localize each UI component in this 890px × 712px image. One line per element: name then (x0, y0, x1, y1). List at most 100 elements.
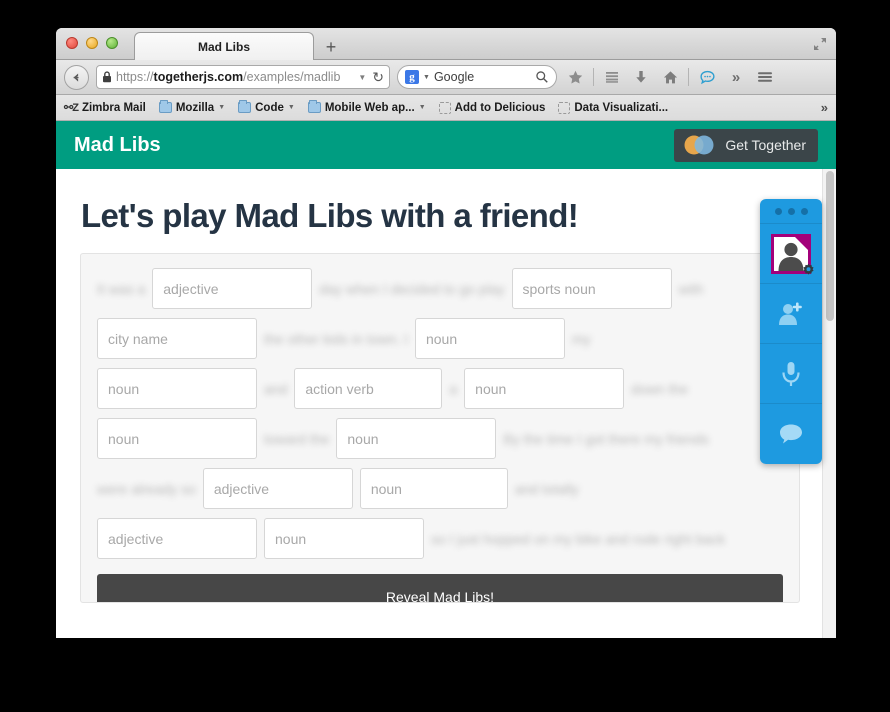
bookmark-data-visualization[interactable]: Data Visualizati... (558, 101, 669, 114)
madlib-line: It was a day when I decided to go play w… (97, 268, 783, 309)
get-together-label: Get Together (725, 137, 806, 153)
avatar-corner-fold (795, 236, 808, 250)
madlib-input-adjective-3[interactable] (97, 518, 257, 559)
story-text: my (571, 330, 591, 347)
minimize-window-button[interactable] (86, 37, 98, 49)
madlib-input-noun-7[interactable] (264, 518, 424, 559)
madlib-input-adjective-1[interactable] (152, 268, 313, 309)
toolbar-divider (688, 68, 689, 86)
browser-tabstrip: Mad Libs + (134, 32, 836, 60)
handle-dot (774, 207, 782, 215)
downloads-icon[interactable] (630, 66, 652, 88)
madlib-line: and a down the (97, 368, 783, 409)
new-tab-button[interactable]: + (314, 34, 348, 60)
story-text: were already so (97, 480, 196, 497)
madlib-input-adjective-2[interactable] (202, 468, 353, 509)
site-title: Mad Libs (74, 133, 161, 156)
bookmark-star-icon[interactable] (564, 66, 586, 88)
back-button[interactable] (64, 64, 89, 90)
page-content: Let's play Mad Libs with a friend! It wa… (56, 169, 836, 638)
text-chat-button[interactable] (760, 404, 822, 464)
chevron-down-icon[interactable]: ▼ (423, 74, 430, 81)
bookmarklet-icon (438, 101, 451, 114)
search-input[interactable]: Google (434, 70, 531, 84)
overflow-chevrons-icon[interactable]: » (821, 100, 828, 115)
madlib-input-noun-1[interactable] (414, 318, 565, 359)
chevron-down-icon[interactable]: ▼ (218, 104, 225, 111)
url-text: https://togetherjs.com/examples/madlib (116, 70, 340, 84)
story-text: day when I decided to go play (319, 280, 505, 297)
window-traffic-lights (66, 37, 118, 49)
madlib-form-panel: It was a day when I decided to go play w… (80, 253, 800, 603)
bookmark-mozilla[interactable]: Mozilla ▼ (158, 100, 225, 114)
chevron-down-icon[interactable]: ▼ (419, 104, 426, 111)
home-icon[interactable] (659, 66, 681, 88)
bookmark-code[interactable]: Code ▼ (238, 100, 295, 114)
fullscreen-icon[interactable] (812, 36, 828, 52)
url-path: /examples/madlib (243, 70, 341, 84)
madlib-line: toward the By the time I got there my fr… (97, 418, 783, 459)
bookmark-label: Zimbra Mail (81, 101, 146, 114)
search-icon[interactable] (535, 70, 549, 84)
togetherjs-dock-handle[interactable] (760, 199, 822, 224)
tab-title: Mad Libs (197, 39, 250, 54)
story-text: By the time I got there my friends (503, 430, 709, 447)
bookmark-zimbra-mail[interactable]: ⚯Z Zimbra Mail (64, 101, 146, 115)
madlib-input-city-name-1[interactable] (97, 318, 257, 359)
bookmark-mobile-web-apps[interactable]: Mobile Web ap... ▼ (307, 100, 426, 114)
tab-mad-libs[interactable]: Mad Libs (134, 32, 314, 60)
madlib-input-sports-noun-1[interactable] (511, 268, 672, 309)
reload-icon[interactable]: ↻ (370, 69, 384, 86)
browser-navigation-toolbar: https://togetherjs.com/examples/madlib ▼… (56, 60, 836, 95)
handle-dot (787, 207, 795, 215)
madlib-input-noun-2[interactable] (97, 368, 257, 409)
madlib-input-noun-3[interactable] (464, 368, 625, 409)
bookmark-add-to-delicious[interactable]: Add to Delicious (438, 101, 545, 114)
browser-titlebar: Mad Libs + (56, 28, 836, 60)
search-bar[interactable]: g ▼ Google (397, 65, 557, 89)
new-tab-label: + (325, 36, 337, 57)
chevron-down-icon[interactable]: ▼ (358, 73, 366, 82)
close-window-button[interactable] (66, 37, 78, 49)
handle-dot (800, 207, 808, 215)
madlib-input-noun-4[interactable] (97, 418, 257, 459)
folder-icon (238, 100, 252, 113)
story-text: It was a (97, 280, 146, 297)
bookmarklet-icon (558, 101, 571, 114)
page-viewport: Mad Libs Get Together Let's play Mad Lib… (56, 121, 836, 638)
bookmark-label: Data Visualizati... (574, 101, 669, 114)
reading-list-icon[interactable] (601, 66, 623, 88)
story-text: and (264, 380, 288, 397)
overflow-chevrons-icon[interactable]: » (725, 66, 747, 88)
get-together-button[interactable]: Get Together (674, 128, 818, 162)
gear-icon[interactable] (801, 263, 816, 278)
story-text: down the (631, 380, 688, 397)
url-scheme: https:// (116, 70, 154, 84)
madlib-input-noun-6[interactable] (359, 468, 508, 509)
reveal-madlibs-button[interactable]: Reveal Mad Libs! (97, 574, 783, 602)
avatar (771, 233, 814, 275)
hamburger-menu-icon[interactable] (754, 66, 776, 88)
story-text: toward the (264, 430, 330, 447)
zoom-window-button[interactable] (106, 37, 118, 49)
bookmark-label: Mozilla (175, 101, 215, 114)
user-avatar-button[interactable] (760, 224, 822, 284)
madlib-input-noun-5[interactable] (336, 418, 497, 459)
folder-icon (307, 100, 321, 113)
zimbra-icon: ⚯Z (64, 102, 79, 114)
hello-chat-icon[interactable] (696, 66, 718, 88)
chat-bubble-icon (780, 424, 802, 444)
microphone-icon (782, 361, 800, 386)
page-scrollbar[interactable] (822, 169, 836, 638)
google-badge-icon: g (405, 70, 419, 84)
bookmarks-bar: ⚯Z Zimbra Mail Mozilla ▼ Code ▼ Mobile W… (56, 95, 836, 121)
audio-chat-button[interactable] (760, 344, 822, 404)
story-text: the other kids in town. I (264, 330, 408, 347)
page-scrollbar-thumb[interactable] (826, 171, 834, 321)
madlib-input-action-verb-1[interactable] (294, 368, 443, 409)
chevron-down-icon[interactable]: ▼ (288, 104, 295, 111)
invite-friend-button[interactable] (760, 284, 822, 344)
url-address-bar[interactable]: https://togetherjs.com/examples/madlib ▼… (96, 65, 390, 89)
browser-window: Mad Libs + https://togetherjs.com/exampl… (56, 28, 836, 638)
madlib-line: the other kids in town. I my (97, 318, 783, 359)
